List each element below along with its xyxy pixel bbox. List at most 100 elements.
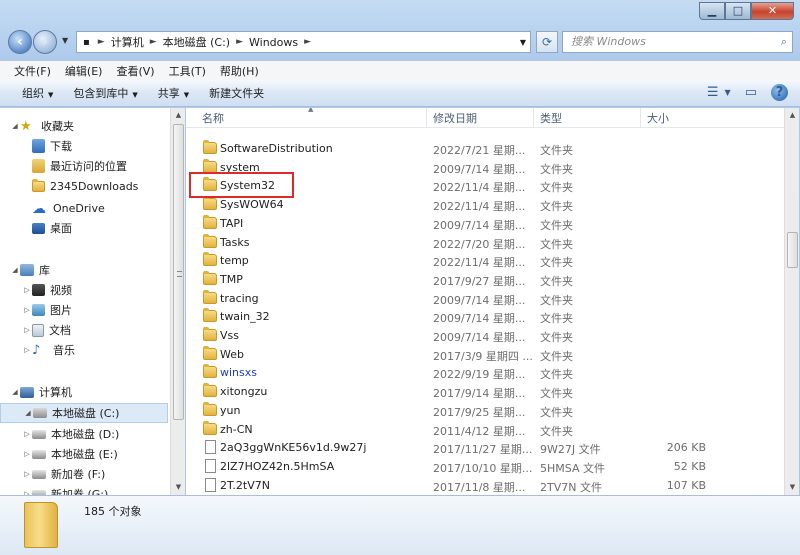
nav-favorites[interactable]: ◢ ★ 收藏夹: [10, 116, 74, 136]
column-type[interactable]: 类型: [534, 108, 641, 128]
nav-pictures[interactable]: ▷ 图片: [22, 300, 72, 320]
column-date[interactable]: 修改日期: [427, 108, 534, 128]
new-folder-button[interactable]: 新建文件夹: [209, 85, 264, 101]
folder-row[interactable]: Vss 2009/7/14 星期... 文件夹: [186, 326, 784, 345]
file-name: twain_32: [220, 310, 270, 324]
address-dropdown-icon[interactable]: ▼: [520, 38, 526, 47]
recent-places-icon: [32, 159, 45, 173]
nav-documents[interactable]: ▷ 文档: [22, 320, 71, 340]
folder-row[interactable]: yun 2017/9/25 星期... 文件夹: [186, 401, 784, 420]
expand-arrow-icon[interactable]: ▷: [22, 286, 32, 294]
file-name: winsxs: [220, 366, 257, 380]
breadcrumb-windows[interactable]: Windows: [249, 36, 298, 49]
expand-arrow-icon[interactable]: ▷: [22, 470, 32, 478]
search-input[interactable]: 搜索 Windows ⌕: [562, 31, 793, 53]
file-row[interactable]: 2T.2tV7N 2017/11/8 星期... 2TV7N 文件 107 KB: [186, 476, 784, 495]
file-row[interactable]: 2aQ3ggWnKE56v1d.9w27j 2017/11/27 星期... 9W2…: [186, 438, 784, 457]
breadcrumb-drive-c[interactable]: 本地磁盘 (C:): [163, 34, 230, 50]
nav-2345downloads[interactable]: 2345Downloads: [32, 176, 138, 196]
folder-row[interactable]: SoftwareDistribution 2022/7/21 星期... 文件夹: [186, 139, 784, 158]
folder-row[interactable]: xitongzu 2017/9/14 星期... 文件夹: [186, 382, 784, 401]
minimize-button[interactable]: ▁: [699, 2, 725, 20]
expand-arrow-icon[interactable]: ◢: [23, 409, 33, 417]
folder-row[interactable]: Web 2017/3/9 星期四 ... 文件夹: [186, 345, 784, 364]
expand-arrow-icon[interactable]: ◢: [10, 266, 20, 274]
folder-row[interactable]: TAPI 2009/7/14 星期... 文件夹: [186, 214, 784, 233]
back-button[interactable]: ‹: [8, 30, 32, 54]
nav-onedrive-label: OneDrive: [53, 201, 105, 215]
chevron-right-icon[interactable]: ►: [98, 37, 105, 47]
share-button[interactable]: 共享 ▼: [158, 85, 189, 101]
file-name: 2aQ3ggWnKE56v1d.9w27j: [220, 441, 367, 455]
chevron-right-icon[interactable]: ►: [304, 37, 311, 47]
recent-pages-dropdown[interactable]: ▼: [62, 36, 68, 45]
folder-row[interactable]: TMP 2017/9/27 星期... 文件夹: [186, 270, 784, 289]
nav-videos[interactable]: ▷ 视频: [22, 280, 72, 300]
nav-desktop[interactable]: 桌面: [32, 218, 72, 238]
menu-help[interactable]: 帮助(H): [220, 63, 259, 79]
maximize-button[interactable]: □: [725, 2, 751, 20]
expand-arrow-icon[interactable]: ▷: [22, 450, 32, 458]
scroll-up-arrow-icon[interactable]: ▲: [171, 108, 186, 123]
breadcrumb-computer[interactable]: 计算机: [111, 34, 144, 50]
folder-row[interactable]: winsxs 2022/9/19 星期... 文件夹: [186, 363, 784, 382]
scroll-down-arrow-icon[interactable]: ▼: [171, 480, 186, 495]
file-name: zh-CN: [220, 422, 253, 436]
expand-arrow-icon[interactable]: ▷: [22, 306, 32, 314]
help-icon[interactable]: ?: [771, 84, 788, 101]
folder-row[interactable]: tracing 2009/7/14 星期... 文件夹: [186, 289, 784, 308]
column-name[interactable]: 名称: [196, 108, 427, 128]
nav-drive-c[interactable]: ◢ 本地磁盘 (C:): [0, 403, 168, 423]
view-controls: ☰ ▼ ▭ ?: [693, 84, 788, 101]
nav-onedrive[interactable]: ☁ OneDrive: [32, 198, 105, 218]
address-bar[interactable]: ▪ ► 计算机 ► 本地磁盘 (C:) ► Windows ► ▼: [76, 31, 531, 53]
nav-recent-places[interactable]: 最近访问的位置: [32, 156, 127, 176]
file-name: TAPI: [220, 216, 244, 230]
nav-music[interactable]: ▷ ♪ 音乐: [22, 340, 75, 360]
folder-row[interactable]: Tasks 2022/7/20 星期... 文件夹: [186, 233, 784, 252]
chevron-right-icon[interactable]: ►: [150, 37, 157, 47]
menu-edit[interactable]: 编辑(E): [65, 63, 103, 79]
file-date: 2017/11/8 星期...: [433, 480, 526, 494]
chevron-right-icon[interactable]: ►: [236, 37, 243, 47]
forward-button[interactable]: ›: [33, 30, 57, 54]
expand-arrow-icon[interactable]: ▷: [22, 326, 32, 334]
nav-computer[interactable]: ◢ 计算机: [10, 382, 72, 402]
nav-drive-e-label: 本地磁盘 (E:): [51, 448, 118, 461]
scroll-up-arrow-icon[interactable]: ▲: [785, 108, 800, 123]
nav-drive-g[interactable]: ▷ 新加卷 (G:): [22, 484, 108, 495]
expand-arrow-icon[interactable]: ◢: [10, 388, 20, 396]
folder-icon: [203, 327, 217, 341]
nav-drive-f[interactable]: ▷ 新加卷 (F:): [22, 464, 105, 484]
folder-row[interactable]: twain_32 2009/7/14 星期... 文件夹: [186, 307, 784, 326]
search-icon[interactable]: ⌕: [781, 32, 787, 52]
file-row[interactable]: 2lZ7HOZ42n.5HmSA 2017/10/10 星期... 5HMSA 文件…: [186, 457, 784, 476]
nav-libraries[interactable]: ◢ 库: [10, 260, 50, 280]
item-count: 185 个对象: [84, 505, 142, 518]
include-in-library-button[interactable]: 包含到库中 ▼: [73, 85, 137, 101]
file-list-scrollbar[interactable]: ▲ ▼: [784, 108, 799, 495]
folder-row[interactable]: temp 2022/11/4 星期... 文件夹: [186, 251, 784, 270]
view-options-icon[interactable]: ☰: [707, 85, 719, 100]
column-size[interactable]: 大小: [641, 108, 721, 128]
nav-2345downloads-label: 2345Downloads: [50, 179, 139, 193]
folder-row[interactable]: zh-CN 2011/4/12 星期... 文件夹: [186, 420, 784, 439]
preview-pane-icon[interactable]: ▭: [745, 85, 757, 100]
scrollbar-thumb[interactable]: [787, 232, 798, 268]
menu-tools[interactable]: 工具(T): [169, 63, 206, 79]
expand-arrow-icon[interactable]: ◢: [10, 122, 20, 130]
menu-view[interactable]: 查看(V): [116, 63, 154, 79]
scroll-down-arrow-icon[interactable]: ▼: [785, 480, 800, 495]
organize-button[interactable]: 组织 ▼: [22, 85, 53, 101]
refresh-button[interactable]: ⟳: [536, 31, 558, 53]
menu-file[interactable]: 文件(F): [14, 63, 51, 79]
expand-arrow-icon[interactable]: ▷: [22, 346, 32, 354]
nav-pane-scrollbar[interactable]: ▲ ▼: [170, 108, 185, 495]
nav-drive-e[interactable]: ▷ 本地磁盘 (E:): [22, 444, 118, 464]
view-dropdown-icon[interactable]: ▼: [725, 88, 731, 97]
expand-arrow-icon[interactable]: ▷: [22, 430, 32, 438]
scrollbar-thumb[interactable]: [173, 124, 184, 420]
close-button[interactable]: ✕: [751, 2, 794, 20]
nav-downloads[interactable]: 下载: [32, 136, 72, 156]
nav-drive-d[interactable]: ▷ 本地磁盘 (D:): [22, 424, 119, 444]
